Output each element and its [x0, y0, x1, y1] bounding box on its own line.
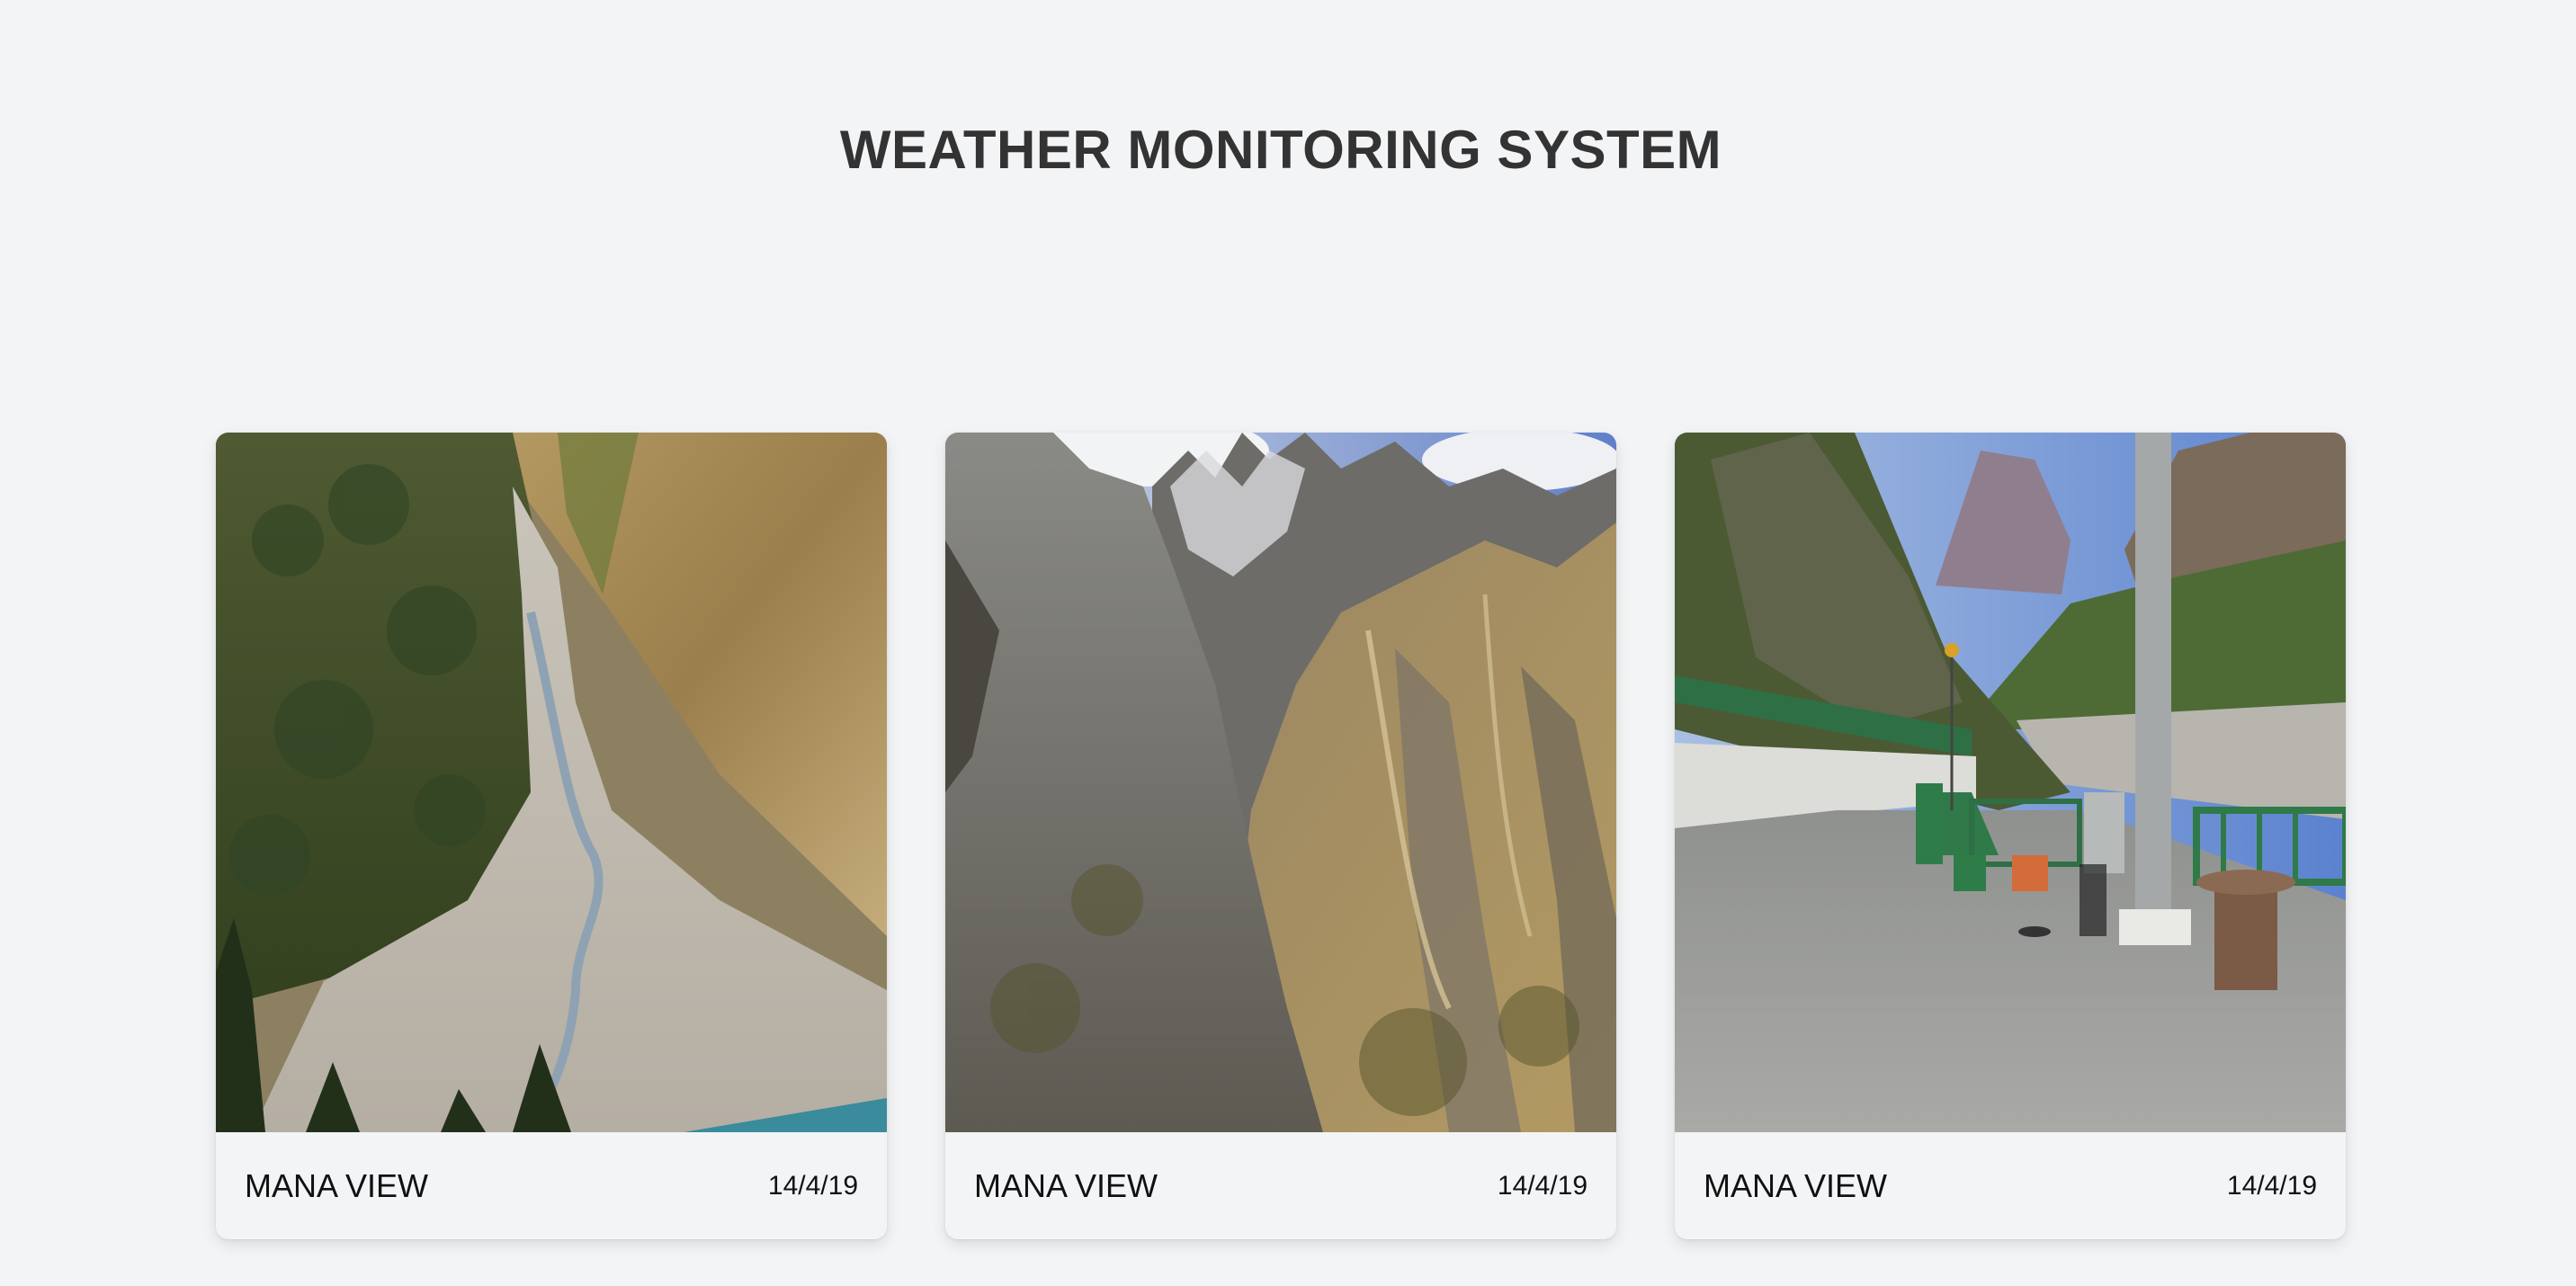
card-title: MANA VIEW	[245, 1166, 429, 1204]
card-caption: MANA VIEW 14/4/19	[945, 1132, 1616, 1239]
photo-card[interactable]: MANA VIEW 14/4/19	[945, 433, 1616, 1239]
card-date: 14/4/19	[767, 1170, 858, 1201]
card-caption: MANA VIEW 14/4/19	[216, 1132, 887, 1239]
page: WEATHER MONITORING SYSTEM MANA VIEW 14/4…	[0, 0, 2576, 1286]
card-grid: MANA VIEW 14/4/19 MANA VIEW 14/4/19 MANA…	[216, 433, 2346, 1239]
rocky-peaks-photo	[945, 433, 1616, 1132]
card-date: 14/4/19	[2226, 1170, 2317, 1201]
photo-card[interactable]: MANA VIEW 14/4/19	[1675, 433, 2346, 1239]
card-caption: MANA VIEW 14/4/19	[1675, 1132, 2346, 1239]
photo-card[interactable]: MANA VIEW 14/4/19	[216, 433, 887, 1239]
card-title: MANA VIEW	[1704, 1166, 1888, 1204]
card-title: MANA VIEW	[974, 1166, 1158, 1204]
page-title: WEATHER MONITORING SYSTEM	[839, 120, 1722, 180]
river-valley-photo	[216, 433, 887, 1132]
weather-station-photo	[1675, 433, 2346, 1132]
card-date: 14/4/19	[1497, 1170, 1588, 1201]
